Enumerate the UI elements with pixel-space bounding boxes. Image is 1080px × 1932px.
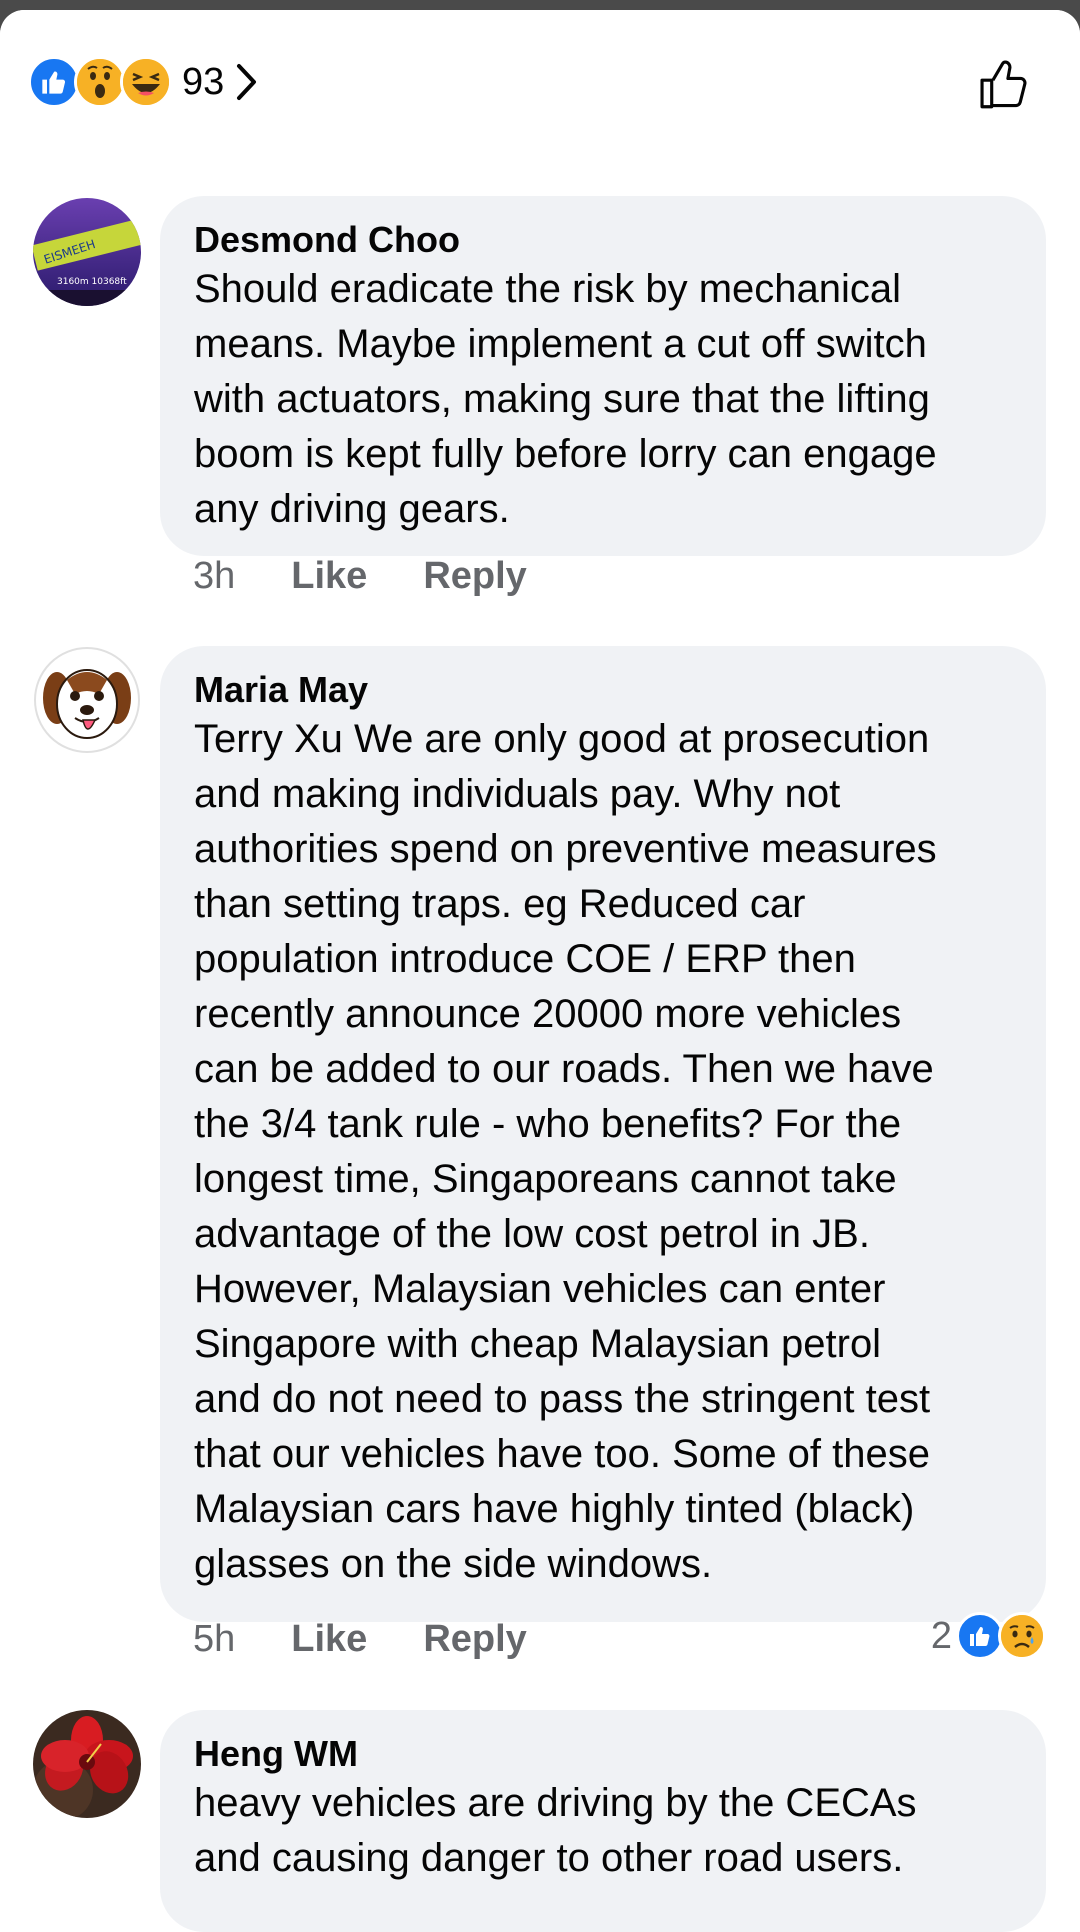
comment-bubble[interactable]: Desmond Choo Should eradicate the risk b… bbox=[160, 196, 1046, 556]
comment-reaction-count: 2 bbox=[930, 1614, 952, 1657]
avatar[interactable] bbox=[33, 1710, 141, 1818]
comment-reactions[interactable]: 2 bbox=[931, 1612, 1046, 1660]
sad-icon bbox=[998, 1612, 1046, 1660]
comment-time[interactable]: 5h bbox=[193, 1618, 235, 1661]
reply-link[interactable]: Reply bbox=[423, 1618, 526, 1661]
comment-author[interactable]: Heng WM bbox=[194, 1732, 1012, 1776]
wow-icon bbox=[74, 56, 126, 108]
reaction-count: 93 bbox=[182, 60, 225, 103]
reactions-header: 93 bbox=[0, 10, 1080, 128]
like-link[interactable]: Like bbox=[291, 1618, 367, 1661]
haha-icon bbox=[120, 56, 172, 108]
comment-time[interactable]: 3h bbox=[193, 555, 235, 598]
comment: Maria May Terry Xu We are only good at p… bbox=[0, 646, 1080, 1626]
chevron-right-icon[interactable] bbox=[236, 63, 258, 101]
comment-text: Should eradicate the risk by mechanical … bbox=[194, 267, 937, 531]
comment-author[interactable]: Maria May bbox=[194, 668, 1012, 712]
reply-link[interactable]: Reply bbox=[423, 555, 526, 598]
comment-text: heavy vehicles are driving by the CECAs … bbox=[194, 1781, 917, 1880]
avatar-subtext: 3160m 10368ft bbox=[57, 277, 127, 287]
comment-bubble[interactable]: Heng WM heavy vehicles are driving by th… bbox=[160, 1710, 1046, 1932]
avatar[interactable]: EISMEEH 3160m 10368ft bbox=[33, 198, 141, 306]
like-icon bbox=[28, 56, 80, 108]
thumbs-up-outline-icon[interactable] bbox=[970, 50, 1040, 120]
avatar[interactable] bbox=[33, 646, 141, 754]
comment: EISMEEH 3160m 10368ft Desmond Choo Shoul… bbox=[0, 150, 1080, 556]
comment-text: Terry Xu We are only good at prosecution… bbox=[194, 717, 937, 1586]
comment-meta: 5h Like Reply bbox=[193, 1618, 583, 1661]
like-icon bbox=[956, 1612, 1004, 1660]
reactions-summary[interactable]: 93 bbox=[28, 54, 258, 110]
comments-sheet: 93 EISMEEH 3160m 10368ft Desmond Choo Sh… bbox=[0, 10, 1080, 1932]
comment-author[interactable]: Desmond Choo bbox=[194, 218, 1012, 262]
like-link[interactable]: Like bbox=[291, 555, 367, 598]
comment: Heng WM heavy vehicles are driving by th… bbox=[0, 1710, 1080, 1932]
comment-bubble[interactable]: Maria May Terry Xu We are only good at p… bbox=[160, 646, 1046, 1622]
comment-meta: 3h Like Reply bbox=[193, 555, 583, 598]
